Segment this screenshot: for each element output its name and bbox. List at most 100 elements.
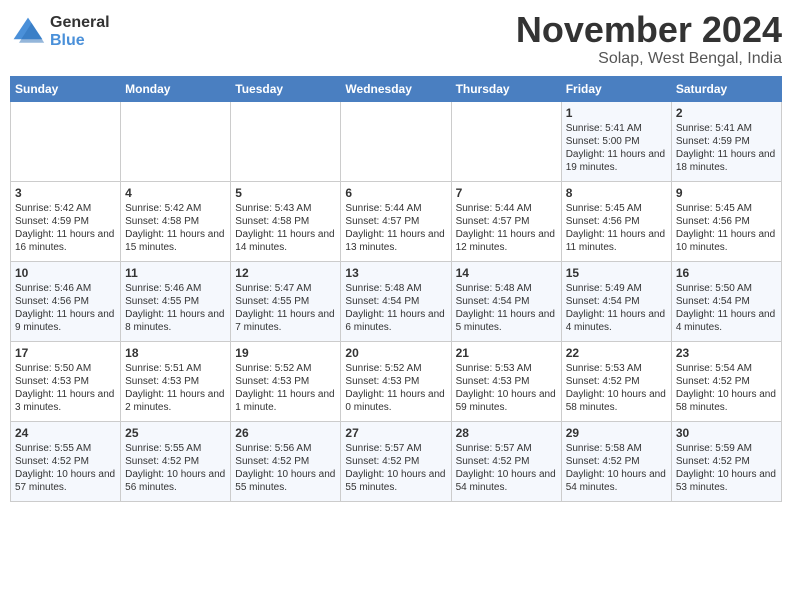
calendar-cell: 10Sunrise: 5:46 AMSunset: 4:56 PMDayligh… [11,261,121,341]
cell-content: Daylight: 10 hours and 55 minutes. [235,468,336,494]
cell-content: Daylight: 11 hours and 12 minutes. [456,228,557,254]
day-number: 16 [676,266,777,280]
cell-content: Sunrise: 5:51 AM [125,362,226,375]
cell-content: Daylight: 10 hours and 59 minutes. [456,388,557,414]
cell-content: Daylight: 11 hours and 11 minutes. [566,228,667,254]
day-number: 19 [235,346,336,360]
calendar-row: 24Sunrise: 5:55 AMSunset: 4:52 PMDayligh… [11,421,782,501]
cell-content: Daylight: 11 hours and 3 minutes. [15,388,116,414]
calendar-cell: 13Sunrise: 5:48 AMSunset: 4:54 PMDayligh… [341,261,451,341]
cell-content: Daylight: 10 hours and 53 minutes. [676,468,777,494]
cell-content: Sunrise: 5:48 AM [456,282,557,295]
day-number: 9 [676,186,777,200]
cell-content: Daylight: 11 hours and 16 minutes. [15,228,116,254]
cell-content: Sunrise: 5:50 AM [676,282,777,295]
calendar-cell: 14Sunrise: 5:48 AMSunset: 4:54 PMDayligh… [451,261,561,341]
cell-content: Sunset: 4:56 PM [676,215,777,228]
calendar-cell [451,101,561,181]
calendar-row: 17Sunrise: 5:50 AMSunset: 4:53 PMDayligh… [11,341,782,421]
calendar-cell: 4Sunrise: 5:42 AMSunset: 4:58 PMDaylight… [121,181,231,261]
calendar-cell: 12Sunrise: 5:47 AMSunset: 4:55 PMDayligh… [231,261,341,341]
header-row: SundayMondayTuesdayWednesdayThursdayFrid… [11,76,782,101]
cell-content: Sunrise: 5:55 AM [15,442,116,455]
cell-content: Sunset: 4:56 PM [566,215,667,228]
day-number: 13 [345,266,446,280]
weekday-header: Friday [561,76,671,101]
calendar-cell: 8Sunrise: 5:45 AMSunset: 4:56 PMDaylight… [561,181,671,261]
cell-content: Daylight: 11 hours and 19 minutes. [566,148,667,174]
cell-content: Sunrise: 5:59 AM [676,442,777,455]
calendar-cell: 22Sunrise: 5:53 AMSunset: 4:52 PMDayligh… [561,341,671,421]
location-text: Solap, West Bengal, India [516,50,782,68]
cell-content: Sunset: 4:53 PM [15,375,116,388]
cell-content: Sunset: 4:54 PM [676,295,777,308]
day-number: 27 [345,426,446,440]
day-number: 8 [566,186,667,200]
calendar-cell: 20Sunrise: 5:52 AMSunset: 4:53 PMDayligh… [341,341,451,421]
cell-content: Daylight: 11 hours and 5 minutes. [456,308,557,334]
cell-content: Sunrise: 5:44 AM [456,202,557,215]
day-number: 17 [15,346,116,360]
cell-content: Sunrise: 5:50 AM [15,362,116,375]
cell-content: Sunrise: 5:48 AM [345,282,446,295]
logo-icon [10,14,46,50]
cell-content: Sunrise: 5:42 AM [125,202,226,215]
cell-content: Daylight: 11 hours and 1 minute. [235,388,336,414]
calendar-cell: 2Sunrise: 5:41 AMSunset: 4:59 PMDaylight… [671,101,781,181]
cell-content: Sunrise: 5:46 AM [125,282,226,295]
cell-content: Sunset: 4:52 PM [345,455,446,468]
day-number: 24 [15,426,116,440]
cell-content: Daylight: 11 hours and 15 minutes. [125,228,226,254]
cell-content: Sunset: 4:52 PM [15,455,116,468]
cell-content: Daylight: 11 hours and 9 minutes. [15,308,116,334]
day-number: 25 [125,426,226,440]
calendar-cell [11,101,121,181]
cell-content: Sunrise: 5:43 AM [235,202,336,215]
cell-content: Sunset: 4:54 PM [566,295,667,308]
day-number: 28 [456,426,557,440]
cell-content: Sunset: 4:59 PM [15,215,116,228]
day-number: 7 [456,186,557,200]
calendar-cell: 28Sunrise: 5:57 AMSunset: 4:52 PMDayligh… [451,421,561,501]
calendar-cell: 18Sunrise: 5:51 AMSunset: 4:53 PMDayligh… [121,341,231,421]
calendar-cell: 26Sunrise: 5:56 AMSunset: 4:52 PMDayligh… [231,421,341,501]
cell-content: Sunrise: 5:53 AM [456,362,557,375]
calendar-cell: 11Sunrise: 5:46 AMSunset: 4:55 PMDayligh… [121,261,231,341]
cell-content: Daylight: 10 hours and 55 minutes. [345,468,446,494]
cell-content: Sunset: 4:55 PM [235,295,336,308]
day-number: 12 [235,266,336,280]
day-number: 20 [345,346,446,360]
calendar-row: 1Sunrise: 5:41 AMSunset: 5:00 PMDaylight… [11,101,782,181]
calendar-cell: 25Sunrise: 5:55 AMSunset: 4:52 PMDayligh… [121,421,231,501]
title-block: November 2024 Solap, West Bengal, India [516,10,782,68]
cell-content: Daylight: 11 hours and 4 minutes. [566,308,667,334]
cell-content: Daylight: 11 hours and 18 minutes. [676,148,777,174]
weekday-header: Monday [121,76,231,101]
weekday-header: Sunday [11,76,121,101]
day-number: 6 [345,186,446,200]
cell-content: Sunset: 4:53 PM [235,375,336,388]
calendar-cell: 19Sunrise: 5:52 AMSunset: 4:53 PMDayligh… [231,341,341,421]
cell-content: Sunset: 4:52 PM [566,455,667,468]
month-title: November 2024 [516,10,782,50]
day-number: 3 [15,186,116,200]
calendar-cell: 27Sunrise: 5:57 AMSunset: 4:52 PMDayligh… [341,421,451,501]
cell-content: Sunrise: 5:58 AM [566,442,667,455]
cell-content: Sunset: 4:52 PM [676,375,777,388]
cell-content: Sunset: 4:57 PM [345,215,446,228]
cell-content: Daylight: 10 hours and 54 minutes. [456,468,557,494]
logo-blue-text: Blue [50,32,110,50]
cell-content: Sunset: 4:53 PM [125,375,226,388]
cell-content: Daylight: 10 hours and 57 minutes. [15,468,116,494]
day-number: 2 [676,106,777,120]
cell-content: Sunrise: 5:52 AM [345,362,446,375]
cell-content: Sunset: 4:52 PM [125,455,226,468]
calendar-cell: 17 Sunrise: 5:50 AMSunset: 4:53 PMDayligh… [11,341,121,421]
cell-content: Sunset: 4:58 PM [125,215,226,228]
weekday-header: Saturday [671,76,781,101]
day-number: 14 [456,266,557,280]
weekday-header: Tuesday [231,76,341,101]
cell-content: Sunset: 5:00 PM [566,135,667,148]
calendar-cell: 21Sunrise: 5:53 AMSunset: 4:53 PMDayligh… [451,341,561,421]
cell-content: Sunrise: 5:49 AM [566,282,667,295]
